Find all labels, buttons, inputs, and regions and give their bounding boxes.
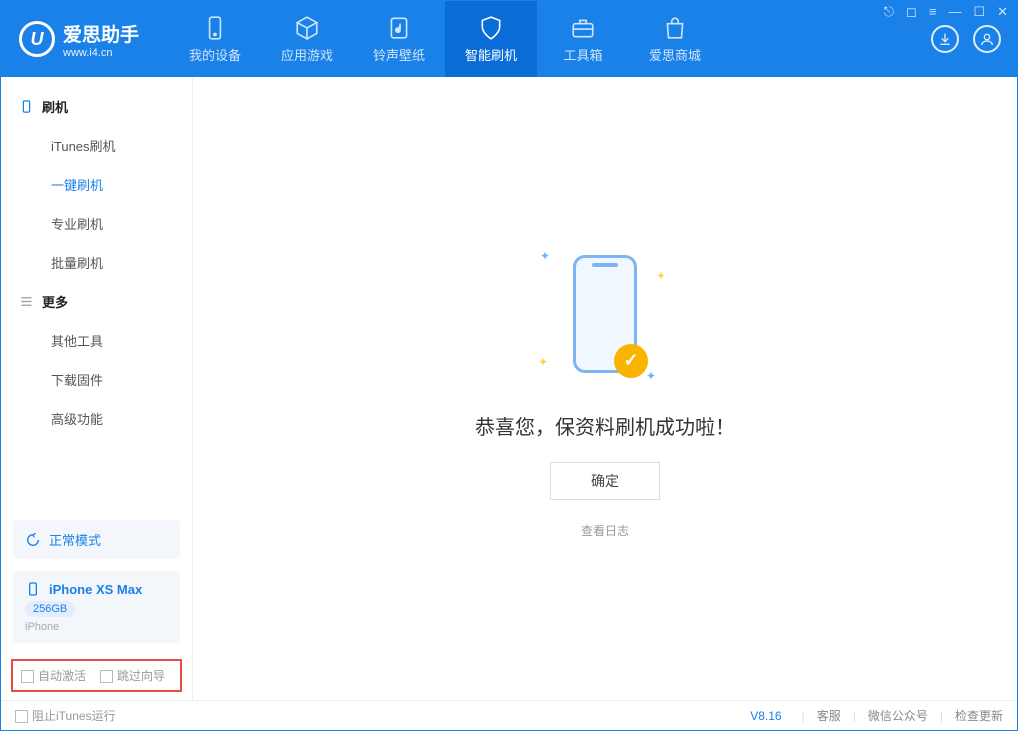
maximize-icon[interactable]: ☐ <box>973 4 985 20</box>
tab-label: 智能刷机 <box>465 45 517 64</box>
phone-small-icon <box>19 99 34 114</box>
music-file-icon <box>386 15 412 41</box>
sidebar-item-pro-flash[interactable]: 专业刷机 <box>1 204 192 243</box>
auto-activate-checkbox[interactable]: 自动激活 <box>21 667 86 684</box>
app-site: www.i4.cn <box>63 47 139 59</box>
group-label: 更多 <box>42 292 68 311</box>
check-update-link[interactable]: 检查更新 <box>955 707 1003 724</box>
device-name: iPhone XS Max <box>49 582 142 597</box>
feedback-icon[interactable]: ◻ <box>906 4 917 20</box>
flash-options-row: 自动激活 跳过向导 <box>11 659 182 692</box>
skip-guide-checkbox[interactable]: 跳过向导 <box>100 667 165 684</box>
sidebar: 刷机 iTunes刷机 一键刷机 专业刷机 批量刷机 更多 其他工具 下载固件 … <box>1 77 193 700</box>
app-name: 爱思助手 <box>63 20 139 47</box>
check-badge-icon: ✓ <box>614 344 648 378</box>
device-mode-card[interactable]: 正常模式 <box>13 520 180 559</box>
sidebar-item-advanced[interactable]: 高级功能 <box>1 399 192 438</box>
tshirt-icon[interactable]: ⎋ <box>884 4 894 20</box>
checkbox-label: 自动激活 <box>38 669 86 683</box>
sidebar-item-oneclick-flash[interactable]: 一键刷机 <box>1 165 192 204</box>
tab-toolbox[interactable]: 工具箱 <box>537 1 629 77</box>
download-icon <box>937 31 953 47</box>
cube-icon <box>294 15 320 41</box>
tab-label: 铃声壁纸 <box>373 45 425 64</box>
device-info-card[interactable]: iPhone XS Max 256GB iPhone <box>13 571 180 643</box>
toolbox-icon <box>570 15 596 41</box>
nav-tabs: 我的设备 应用游戏 铃声壁纸 智能刷机 工具箱 爱思商城 <box>169 1 721 77</box>
app-logo: U 爱思助手 www.i4.cn <box>19 20 139 59</box>
tab-label: 爱思商城 <box>649 45 701 64</box>
view-log-link[interactable]: 查看日志 <box>581 522 629 539</box>
block-itunes-checkbox[interactable]: 阻止iTunes运行 <box>15 707 116 724</box>
shield-icon <box>478 15 504 41</box>
statusbar: 阻止iTunes运行 V8.16 | 客服 | 微信公众号 | 检查更新 <box>1 700 1017 730</box>
group-label: 刷机 <box>42 97 68 116</box>
user-icon <box>979 31 995 47</box>
tab-store[interactable]: 爱思商城 <box>629 1 721 77</box>
tab-label: 应用游戏 <box>281 45 333 64</box>
sidebar-item-download-firmware[interactable]: 下载固件 <box>1 360 192 399</box>
sidebar-group-more: 更多 <box>1 282 192 321</box>
close-icon[interactable]: ✕ <box>997 4 1008 20</box>
device-capacity-badge: 256GB <box>25 601 75 617</box>
logo-icon: U <box>19 21 55 57</box>
customer-service-link[interactable]: 客服 <box>817 707 841 724</box>
menu-icon[interactable]: ≡ <box>929 4 937 20</box>
sidebar-item-batch-flash[interactable]: 批量刷机 <box>1 243 192 282</box>
device-type: iPhone <box>25 621 168 633</box>
success-message: 恭喜您，保资料刷机成功啦！ <box>475 411 735 440</box>
account-button[interactable] <box>973 25 1001 53</box>
sidebar-group-flash: 刷机 <box>1 87 192 126</box>
list-icon <box>19 294 34 309</box>
wechat-link[interactable]: 微信公众号 <box>868 707 928 724</box>
bag-icon <box>662 15 688 41</box>
tab-my-device[interactable]: 我的设备 <box>169 1 261 77</box>
device-mode-label: 正常模式 <box>49 530 101 549</box>
titlebar-right-icons <box>931 25 1001 53</box>
tab-label: 工具箱 <box>564 45 603 64</box>
titlebar: U 爱思助手 www.i4.cn 我的设备 应用游戏 铃声壁纸 智能刷机 工具箱 <box>1 1 1017 77</box>
window-controls: ⎋ ◻ ≡ — ☐ ✕ <box>884 4 1008 20</box>
version-label: V8.16 <box>750 709 781 723</box>
sidebar-item-other-tools[interactable]: 其他工具 <box>1 321 192 360</box>
download-button[interactable] <box>931 25 959 53</box>
success-illustration: ✦ ✦ ✦ ✦ ✓ <box>530 239 680 389</box>
sidebar-item-itunes-flash[interactable]: iTunes刷机 <box>1 126 192 165</box>
checkbox-label: 跳过向导 <box>117 669 165 683</box>
checkbox-label: 阻止iTunes运行 <box>32 709 116 723</box>
phone-icon: ✓ <box>573 255 637 373</box>
phone-icon <box>25 581 41 597</box>
tab-label: 我的设备 <box>189 45 241 64</box>
device-icon <box>202 15 228 41</box>
sync-icon <box>25 532 41 548</box>
main-content: ✦ ✦ ✦ ✦ ✓ 恭喜您，保资料刷机成功啦！ 确定 查看日志 <box>193 77 1017 700</box>
ok-button[interactable]: 确定 <box>550 462 660 500</box>
tab-smart-flash[interactable]: 智能刷机 <box>445 1 537 77</box>
tab-ringtones-wallpapers[interactable]: 铃声壁纸 <box>353 1 445 77</box>
minimize-icon[interactable]: — <box>948 4 961 20</box>
tab-apps-games[interactable]: 应用游戏 <box>261 1 353 77</box>
